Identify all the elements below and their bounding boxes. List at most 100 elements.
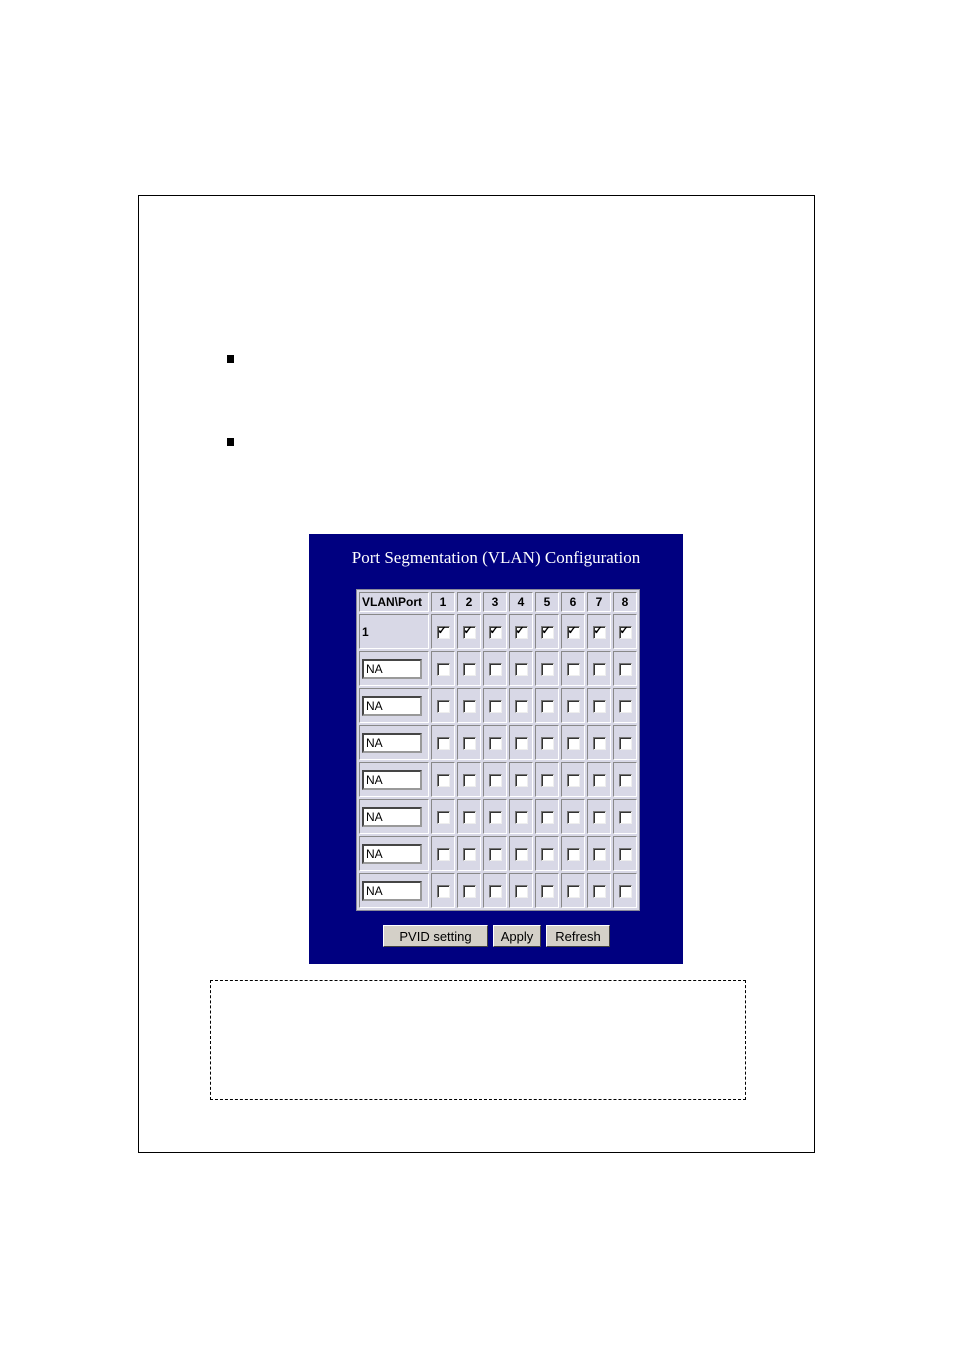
port-member-cell [587, 873, 611, 908]
port-6-checkbox[interactable] [566, 736, 580, 750]
port-3-checkbox[interactable] [488, 662, 502, 676]
panel-title: Port Segmentation (VLAN) Configuration [351, 548, 641, 567]
port-member-cell [509, 836, 533, 871]
port-2-checkbox[interactable] [462, 847, 476, 861]
square-bullet-icon [227, 438, 234, 446]
port-member-cell [587, 651, 611, 686]
port-2-checkbox[interactable] [462, 699, 476, 713]
port-member-cell [483, 725, 507, 760]
port-4-checkbox[interactable] [514, 662, 528, 676]
vlan-id-input[interactable] [362, 843, 422, 864]
vlan-id-cell [359, 688, 429, 723]
port-2-checkbox[interactable] [462, 624, 476, 639]
port-8-checkbox[interactable] [618, 736, 632, 750]
port-member-cell [483, 799, 507, 834]
port-member-cell [561, 836, 585, 871]
vlan-id-input[interactable] [362, 732, 422, 753]
header-port-4: 4 [509, 592, 533, 612]
port-8-checkbox[interactable] [618, 884, 632, 898]
port-6-checkbox[interactable] [566, 884, 580, 898]
port-member-cell [509, 873, 533, 908]
port-7-checkbox[interactable] [592, 884, 606, 898]
port-4-checkbox[interactable] [514, 699, 528, 713]
port-5-checkbox[interactable] [540, 773, 554, 787]
port-5-checkbox[interactable] [540, 699, 554, 713]
port-3-checkbox[interactable] [488, 699, 502, 713]
port-5-checkbox[interactable] [540, 624, 554, 639]
port-1-checkbox[interactable] [436, 884, 450, 898]
port-4-checkbox[interactable] [514, 810, 528, 824]
port-6-checkbox[interactable] [566, 773, 580, 787]
port-member-cell [535, 762, 559, 797]
port-5-checkbox[interactable] [540, 662, 554, 676]
port-7-checkbox[interactable] [592, 847, 606, 861]
pvid-setting-button[interactable]: PVID setting [383, 925, 488, 947]
port-7-checkbox[interactable] [592, 736, 606, 750]
port-6-checkbox[interactable] [566, 699, 580, 713]
port-3-checkbox[interactable] [488, 624, 502, 639]
port-1-checkbox[interactable] [436, 847, 450, 861]
table-row [359, 836, 637, 871]
vlan-id-input[interactable] [362, 880, 422, 901]
port-member-cell [483, 614, 507, 649]
apply-button[interactable]: Apply [493, 925, 541, 947]
port-3-checkbox[interactable] [488, 736, 502, 750]
port-2-checkbox[interactable] [462, 810, 476, 824]
port-1-checkbox[interactable] [436, 699, 450, 713]
port-5-checkbox[interactable] [540, 847, 554, 861]
table-row: 1 [359, 614, 637, 649]
port-5-checkbox[interactable] [540, 736, 554, 750]
port-1-checkbox[interactable] [436, 810, 450, 824]
port-3-checkbox[interactable] [488, 847, 502, 861]
port-8-checkbox[interactable] [618, 662, 632, 676]
port-4-checkbox[interactable] [514, 736, 528, 750]
refresh-button[interactable]: Refresh [546, 925, 610, 947]
port-member-cell [535, 873, 559, 908]
port-member-cell [561, 799, 585, 834]
port-3-checkbox[interactable] [488, 810, 502, 824]
port-8-checkbox[interactable] [618, 624, 632, 639]
port-6-checkbox[interactable] [566, 810, 580, 824]
port-6-checkbox[interactable] [566, 624, 580, 639]
port-member-cell [431, 688, 455, 723]
port-member-cell [561, 873, 585, 908]
port-member-cell [613, 651, 637, 686]
port-1-checkbox[interactable] [436, 736, 450, 750]
port-member-cell [561, 725, 585, 760]
port-1-checkbox[interactable] [436, 662, 450, 676]
port-3-checkbox[interactable] [488, 884, 502, 898]
port-7-checkbox[interactable] [592, 662, 606, 676]
port-7-checkbox[interactable] [592, 773, 606, 787]
port-2-checkbox[interactable] [462, 773, 476, 787]
port-4-checkbox[interactable] [514, 624, 528, 639]
port-member-cell [431, 873, 455, 908]
port-member-cell [587, 725, 611, 760]
port-4-checkbox[interactable] [514, 884, 528, 898]
table-row [359, 725, 637, 760]
port-2-checkbox[interactable] [462, 662, 476, 676]
port-8-checkbox[interactable] [618, 773, 632, 787]
port-2-checkbox[interactable] [462, 736, 476, 750]
port-1-checkbox[interactable] [436, 624, 450, 639]
port-8-checkbox[interactable] [618, 699, 632, 713]
port-8-checkbox[interactable] [618, 847, 632, 861]
port-4-checkbox[interactable] [514, 773, 528, 787]
port-7-checkbox[interactable] [592, 810, 606, 824]
vlan-id-input[interactable] [362, 769, 422, 790]
port-7-checkbox[interactable] [592, 699, 606, 713]
port-member-cell [587, 762, 611, 797]
port-1-checkbox[interactable] [436, 773, 450, 787]
port-5-checkbox[interactable] [540, 810, 554, 824]
vlan-id-label: 1 [359, 614, 429, 649]
port-7-checkbox[interactable] [592, 624, 606, 639]
port-8-checkbox[interactable] [618, 810, 632, 824]
port-3-checkbox[interactable] [488, 773, 502, 787]
port-2-checkbox[interactable] [462, 884, 476, 898]
port-5-checkbox[interactable] [540, 884, 554, 898]
vlan-id-input[interactable] [362, 806, 422, 827]
port-4-checkbox[interactable] [514, 847, 528, 861]
vlan-id-input[interactable] [362, 658, 422, 679]
port-6-checkbox[interactable] [566, 847, 580, 861]
vlan-id-input[interactable] [362, 695, 422, 716]
port-6-checkbox[interactable] [566, 662, 580, 676]
